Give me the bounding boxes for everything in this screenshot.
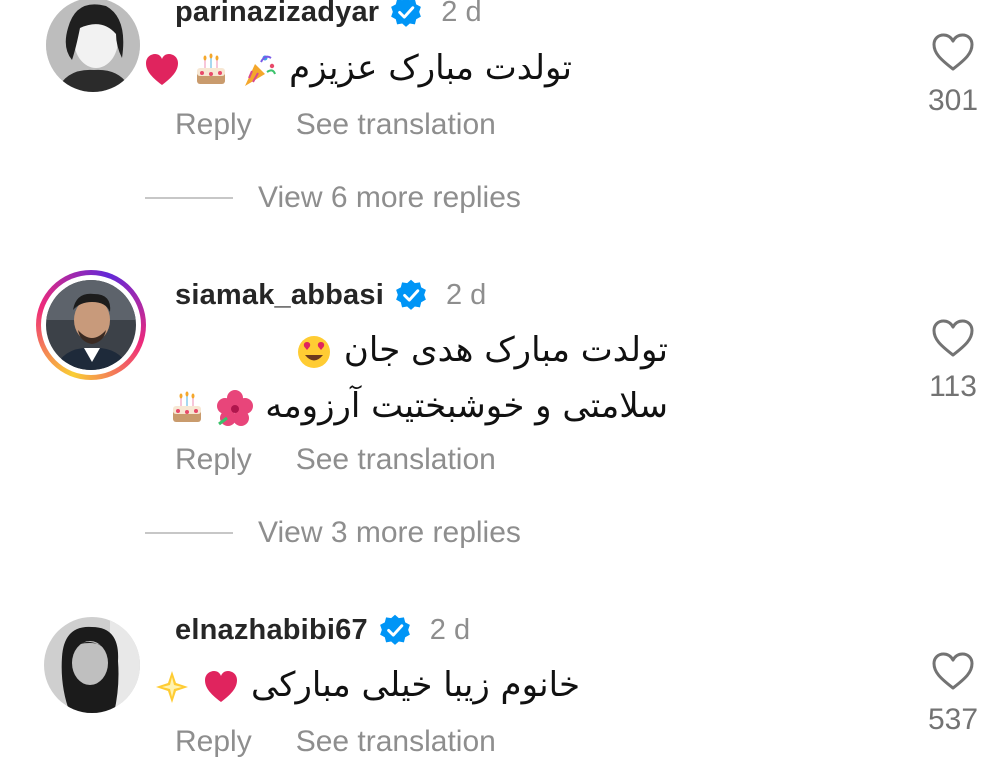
comment-line: تولدت مبارک هدی جان (343, 330, 668, 370)
like-count: 537 (927, 703, 979, 736)
reply-thread-line (145, 197, 233, 199)
sparkle-star-emoji (156, 670, 189, 703)
view-more-replies-label[interactable]: View 3 more replies (258, 516, 521, 550)
heart-outline-icon[interactable] (931, 651, 975, 691)
hibiscus-emoji (217, 389, 254, 426)
verified-badge-icon (391, 0, 422, 27)
birthday-cake-emoji (196, 53, 225, 84)
username[interactable]: elnazhabibi67 (175, 614, 368, 647)
verified-badge-icon (396, 279, 426, 310)
red-heart-emoji (145, 53, 178, 85)
view-more-replies[interactable]: View 6 more replies (145, 181, 521, 215)
timestamp: 2 d (429, 613, 471, 646)
username[interactable]: parinazizadyar (175, 0, 379, 29)
reply-thread-line (145, 532, 233, 534)
like-control: 537 (913, 651, 993, 737)
story-ring[interactable] (36, 270, 146, 380)
birthday-cake-emoji (172, 391, 201, 422)
avatar (46, 280, 136, 370)
comment-text: خانوم زیبا خیلی مبارکی (153, 657, 580, 713)
avatar-photo (46, 280, 136, 370)
see-translation-button[interactable]: See translation (296, 108, 496, 142)
view-more-replies[interactable]: View 3 more replies (145, 516, 521, 550)
comment-text: تولدت مبارک هدی جان سلامتی و خوشبختیت آر… (168, 322, 668, 434)
avatar[interactable] (46, 0, 140, 92)
comment-line: تولدت مبارک عزیزم (289, 48, 572, 88)
heart-outline-icon[interactable] (931, 318, 975, 358)
like-count: 301 (927, 84, 979, 117)
verified-badge-icon (379, 614, 410, 645)
comment-line: خانوم زیبا خیلی مبارکی (250, 665, 580, 705)
comment-line: سلامتی و خوشبختیت آرزومه (265, 386, 668, 426)
avatar-photo (46, 0, 140, 92)
heart-outline-icon[interactable] (931, 32, 975, 72)
heart-eyes-emoji (298, 335, 331, 368)
avatar-photo (44, 617, 140, 713)
party-popper-emoji (245, 55, 277, 86)
like-control: 301 (913, 32, 993, 118)
view-more-replies-label[interactable]: View 6 more replies (258, 181, 521, 215)
reply-button[interactable]: Reply (175, 108, 252, 142)
comment-text: تولدت مبارک عزیزم (143, 40, 572, 96)
reply-button[interactable]: Reply (175, 443, 252, 477)
reply-button[interactable]: Reply (175, 725, 252, 759)
red-heart-emoji (205, 670, 238, 702)
timestamp: 2 d (441, 0, 482, 28)
see-translation-button[interactable]: See translation (296, 443, 496, 477)
like-control: 113 (913, 318, 993, 404)
like-count: 113 (929, 370, 977, 403)
avatar[interactable] (44, 617, 140, 713)
timestamp: 2 d (445, 278, 487, 311)
comment-line-row: تولدت مبارک هدی جان (168, 322, 668, 378)
comment-line-row: سلامتی و خوشبختیت آرزومه (168, 378, 668, 434)
see-translation-button[interactable]: See translation (296, 725, 496, 759)
username[interactable]: siamak_abbasi (175, 279, 384, 312)
